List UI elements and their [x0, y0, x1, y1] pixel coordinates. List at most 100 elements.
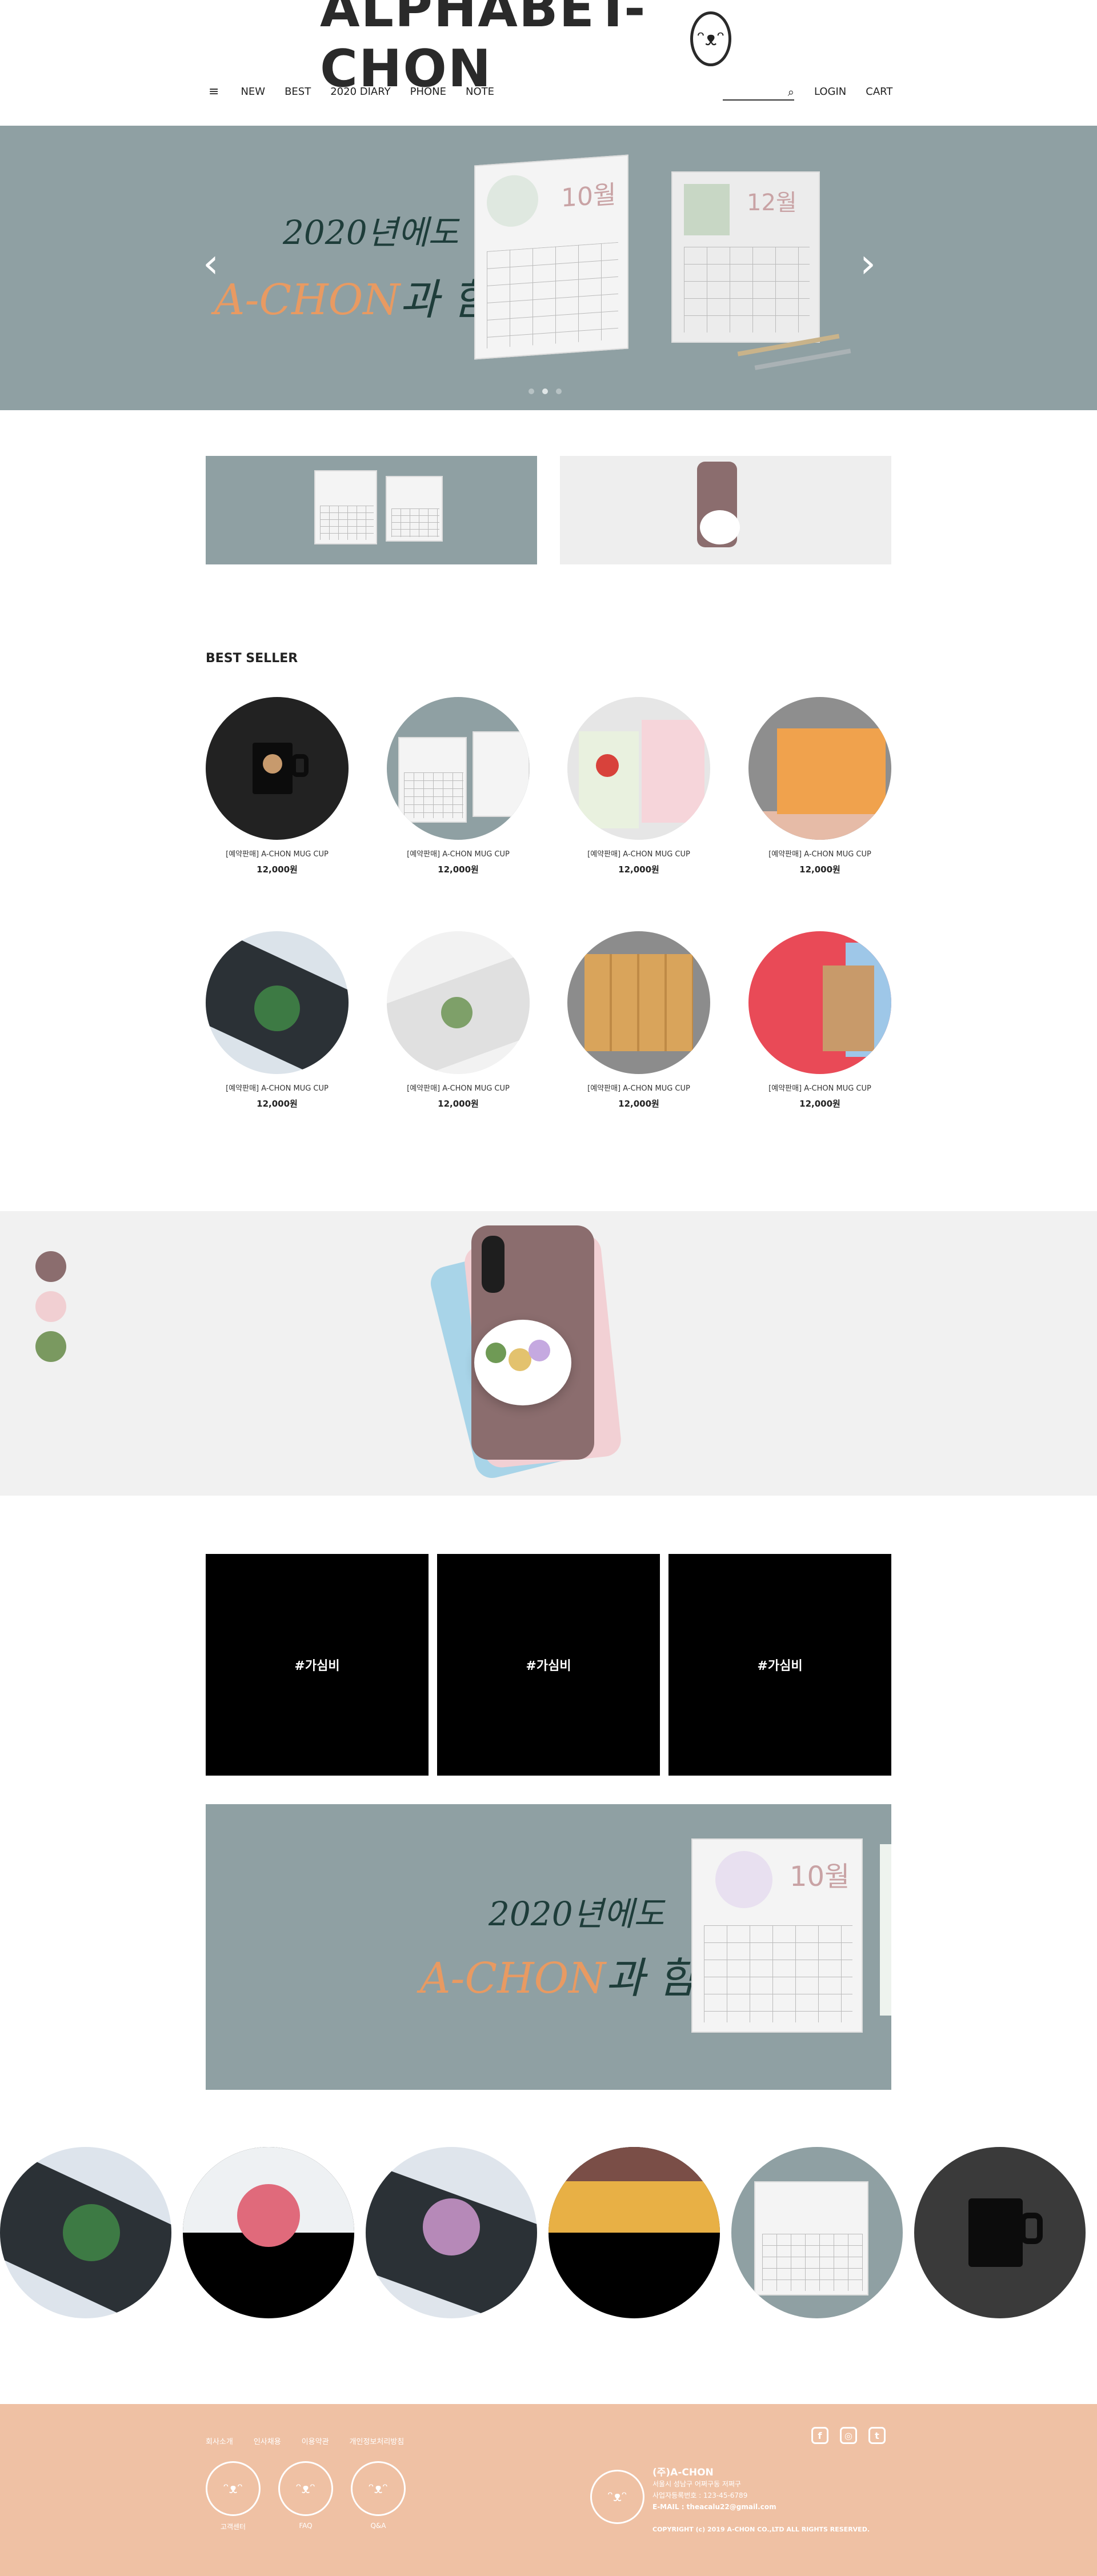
gallery-image[interactable]: [0, 2147, 171, 2318]
calendar-shape: [398, 737, 467, 823]
product-name[interactable]: [예약판매] A-CHON MUG CUP: [387, 848, 530, 859]
gallery-image[interactable]: [731, 2147, 903, 2318]
calendar-shape: [642, 720, 704, 823]
company-name: (주)A-CHON: [652, 2467, 714, 2478]
mug-shape: [968, 2198, 1023, 2267]
product-name[interactable]: [예약판매] A-CHON MUG CUP: [206, 1082, 349, 1093]
logo[interactable]: ALPHABET-CHON ᵔᴥᵔ: [320, 0, 731, 99]
hero-dot[interactable]: [556, 388, 562, 394]
color-swatch-mauve[interactable]: [35, 1251, 66, 1282]
hero-prev-icon[interactable]: ‹: [203, 240, 219, 287]
product-image[interactable]: [206, 931, 349, 1074]
product-name[interactable]: [예약판매] A-CHON MUG CUP: [748, 1082, 891, 1093]
customer-center-icon[interactable]: ᵔᴥᵔ: [206, 2461, 261, 2516]
product-name[interactable]: [예약판매] A-CHON MUG CUP: [748, 848, 891, 859]
hero-banner[interactable]: 2020년에도 A-CHON과 함께 10월 12월 ‹ ›: [0, 126, 1097, 410]
gallery-image[interactable]: [183, 2147, 354, 2318]
footer-circle-qna[interactable]: ᵔᴥᵔ Q&A: [351, 2461, 406, 2530]
facebook-icon[interactable]: f: [811, 2427, 828, 2444]
product-name[interactable]: [예약판매] A-CHON MUG CUP: [206, 848, 349, 859]
cart-link[interactable]: CART: [866, 86, 892, 98]
product-image[interactable]: [387, 931, 530, 1074]
instagram-icon[interactable]: ◎: [840, 2427, 857, 2444]
product-price: 12,000원: [799, 1099, 840, 1109]
footer-circle-label: Q&A: [370, 2522, 386, 2530]
calendar-illustration: [487, 173, 538, 229]
product-name[interactable]: [예약판매] A-CHON MUG CUP: [387, 1082, 530, 1093]
hero-pagination: [529, 388, 562, 394]
product-name[interactable]: [예약판매] A-CHON MUG CUP: [567, 848, 710, 859]
product-image[interactable]: [206, 697, 349, 840]
promo-headline-1: 2020년에도: [489, 1894, 664, 1933]
promo-banner[interactable]: 2020년에도 A-CHON과 함께 10월: [206, 1804, 891, 2090]
product-card[interactable]: [예약판매] A-CHON MUG CUP 12,000원: [748, 697, 891, 875]
hero-next-icon[interactable]: ›: [860, 240, 876, 287]
footer-link-privacy[interactable]: 개인정보처리방침: [350, 2435, 405, 2446]
footer-link-about[interactable]: 회사소개: [206, 2435, 233, 2446]
user-nav: LOGIN CART: [814, 83, 912, 100]
search-icon[interactable]: ⌕: [788, 85, 794, 99]
calendar-shape-grid: [404, 772, 463, 818]
calendar-edge: [880, 1844, 891, 2016]
product-image[interactable]: [387, 697, 530, 840]
product-card[interactable]: [예약판매] A-CHON MUG CUP 12,000원: [567, 697, 710, 875]
product-card[interactable]: [예약판매] A-CHON MUG CUP 12,000원: [206, 931, 349, 1109]
nav-best[interactable]: BEST: [285, 86, 311, 98]
product-card[interactable]: [예약판매] A-CHON MUG CUP 12,000원: [748, 931, 891, 1109]
faq-icon[interactable]: ᵔᴥᵔ: [278, 2461, 333, 2516]
product-card[interactable]: [예약판매] A-CHON MUG CUP 12,000원: [567, 931, 710, 1109]
table-surface: [748, 811, 891, 840]
hashtag-tile[interactable]: #가심비: [206, 1554, 429, 1776]
griptok-petal: [486, 1343, 506, 1363]
product-card[interactable]: [예약판매] A-CHON MUG CUP 12,000원: [387, 931, 530, 1109]
search-input[interactable]: ⌕: [723, 85, 794, 101]
calendar-thumb-grid: [391, 508, 439, 537]
gallery-image[interactable]: [548, 2147, 720, 2318]
footer-circle-cs[interactable]: ᵔᴥᵔ 고객센터: [206, 2461, 261, 2531]
calendar-month: 10월: [790, 1861, 850, 1893]
product-image[interactable]: [748, 931, 891, 1074]
company-info: (주)A-CHON 서울시 성남구 어쩌구동 저쩌구 사업자등록번호 : 123…: [652, 2467, 870, 2535]
company-address: 서울시 성남구 어쩌구동 저쩌구: [652, 2480, 741, 2488]
qna-icon[interactable]: ᵔᴥᵔ: [351, 2461, 406, 2516]
calendar-image: 10월: [691, 1838, 863, 2033]
gallery-image[interactable]: [914, 2147, 1086, 2318]
product-name[interactable]: [예약판매] A-CHON MUG CUP: [567, 1082, 710, 1093]
color-swatch-pink[interactable]: [35, 1291, 66, 1322]
calendar-grid-2: [684, 247, 810, 332]
calendar-thumb: [314, 470, 377, 544]
twitter-icon[interactable]: t: [868, 2427, 886, 2444]
hero-headline-1: 2020년에도: [283, 213, 459, 252]
product-card[interactable]: [예약판매] A-CHON MUG CUP 12,000원: [206, 697, 349, 875]
camera-icon: [482, 1236, 505, 1293]
product-price: 12,000원: [438, 1099, 479, 1109]
product-image[interactable]: [567, 697, 710, 840]
apple-illustration: [596, 754, 619, 777]
product-card[interactable]: [예약판매] A-CHON MUG CUP 12,000원: [387, 697, 530, 875]
nav-new[interactable]: NEW: [241, 86, 265, 98]
hashtag-tile[interactable]: #가심비: [668, 1554, 891, 1776]
gallery-image[interactable]: [366, 2147, 537, 2318]
banner-calendar[interactable]: [206, 456, 537, 564]
color-swatch-green[interactable]: [35, 1331, 66, 1362]
nav-2020-diary[interactable]: 2020 DIARY: [330, 86, 390, 98]
paper-bag-shape: [823, 966, 874, 1051]
mug-illustration: [263, 754, 282, 774]
sticker-sheet-shape: [584, 954, 693, 1051]
logo-face-icon: ᵔᴥᵔ: [690, 11, 731, 66]
hero-dot[interactable]: [529, 388, 534, 394]
nav-phone[interactable]: PHONE: [410, 86, 446, 98]
footer-link-terms[interactable]: 이용약관: [302, 2435, 329, 2446]
login-link[interactable]: LOGIN: [814, 86, 846, 98]
banner-phone[interactable]: [560, 456, 891, 564]
footer-circle-faq[interactable]: ᵔᴥᵔ FAQ: [278, 2461, 333, 2530]
calendar-shape: [473, 731, 530, 817]
nav-note[interactable]: NOTE: [466, 86, 494, 98]
product-image[interactable]: [748, 697, 891, 840]
hashtag-tile[interactable]: #가심비: [437, 1554, 660, 1776]
product-image[interactable]: [567, 931, 710, 1074]
sns-links: f ◎ t: [811, 2427, 886, 2444]
menu-icon[interactable]: ≡: [209, 85, 219, 99]
footer-link-careers[interactable]: 인사채용: [254, 2435, 281, 2446]
hero-dot[interactable]: [542, 388, 548, 394]
